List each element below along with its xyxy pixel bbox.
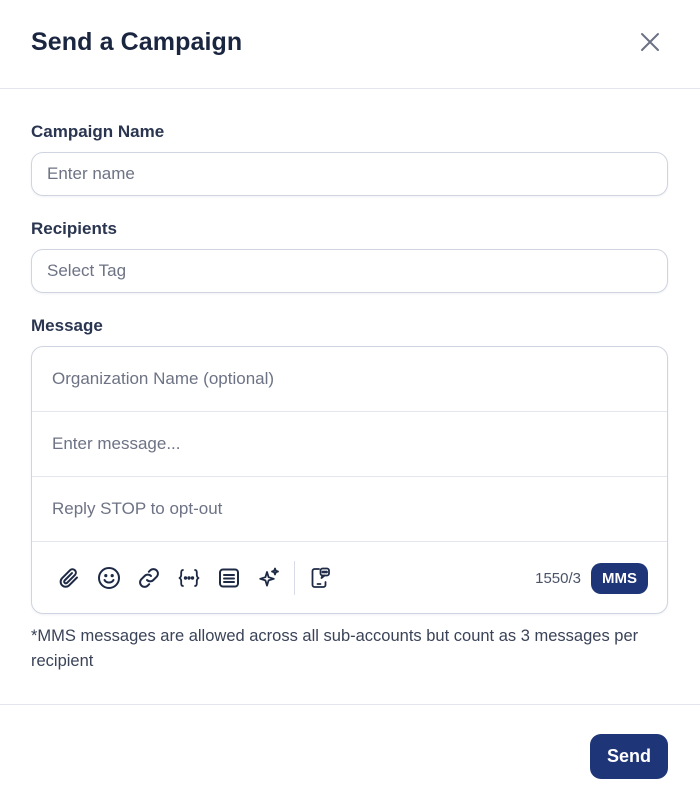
link-button[interactable] xyxy=(136,565,162,591)
toolbar-divider xyxy=(294,561,295,595)
close-icon xyxy=(641,33,659,51)
variables-icon xyxy=(178,569,200,587)
attach-button[interactable] xyxy=(56,565,82,591)
modal-footer: Send xyxy=(0,704,700,810)
sparkle-icon xyxy=(259,567,279,587)
opt-out-row: Reply STOP to opt-out xyxy=(32,477,667,542)
message-label: Message xyxy=(31,316,103,335)
campaign-name-input[interactable] xyxy=(31,152,668,196)
message-type-badge[interactable]: MMS xyxy=(591,562,648,594)
organization-name-row xyxy=(32,347,667,412)
send-button[interactable]: Send xyxy=(590,734,668,779)
message-body-row xyxy=(32,412,667,477)
close-button[interactable] xyxy=(636,28,664,56)
send-campaign-modal: Send a Campaign Campaign Name Recipients… xyxy=(0,0,700,810)
message-body-input[interactable] xyxy=(52,434,667,454)
emoji-icon xyxy=(98,567,120,589)
recipients-label: Recipients xyxy=(31,219,117,238)
template-button[interactable] xyxy=(216,565,242,591)
mms-info-note: *MMS messages are allowed across all sub… xyxy=(31,627,639,670)
opt-out-text: Reply STOP to opt-out xyxy=(52,499,223,518)
recipients-select[interactable] xyxy=(31,249,668,293)
modal-title: Send a Campaign xyxy=(31,28,243,56)
character-counter: 1550/3 xyxy=(535,569,581,587)
message-editor: Reply STOP to opt-out xyxy=(31,346,668,614)
emoji-button[interactable] xyxy=(96,565,122,591)
ai-assist-button[interactable] xyxy=(256,565,282,591)
campaign-name-label: Campaign Name xyxy=(31,122,165,141)
link-icon xyxy=(139,568,159,588)
variables-button[interactable] xyxy=(176,565,202,591)
device-message-icon xyxy=(311,567,330,588)
modal-header: Send a Campaign xyxy=(0,0,700,89)
organization-name-input[interactable] xyxy=(52,369,667,389)
paperclip-icon xyxy=(59,568,78,588)
template-icon xyxy=(219,568,239,588)
message-toolbar: 1550/3 MMS xyxy=(32,542,667,613)
preview-button[interactable] xyxy=(307,565,333,591)
